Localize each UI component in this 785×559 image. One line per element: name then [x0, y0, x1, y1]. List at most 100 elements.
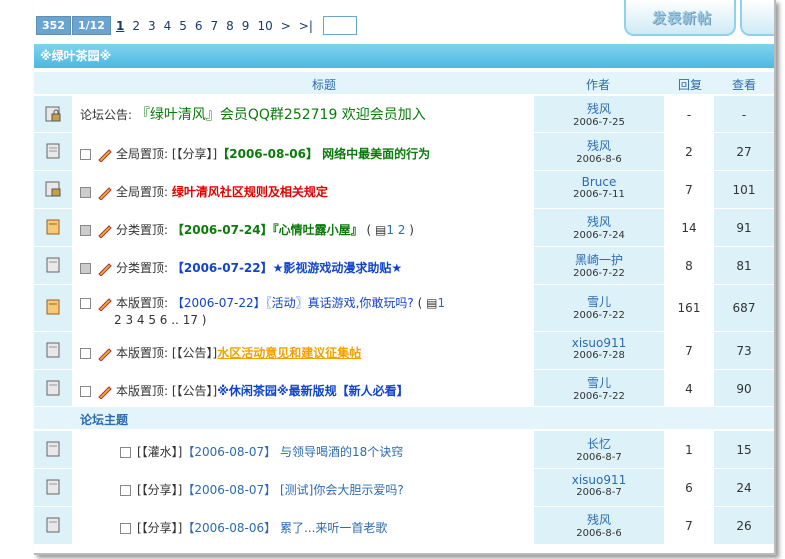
author-link[interactable]: 残风: [534, 511, 664, 528]
post-date: 2006-7-25: [573, 117, 625, 128]
topic-link[interactable]: ※休闲茶园※最新版规【新人必看】: [217, 384, 408, 398]
author-link[interactable]: 雪儿: [534, 293, 664, 310]
pin-type: 分类置顶:: [116, 261, 169, 275]
author-link[interactable]: 长忆: [534, 435, 664, 452]
author-link[interactable]: 残风: [534, 213, 664, 230]
new-post-button[interactable]: 发表新帖: [624, 0, 736, 36]
post-date: 2006-8-7: [576, 452, 622, 463]
page-link-9[interactable]: 9: [242, 19, 250, 33]
announcement-prefix: 论坛公告:: [80, 108, 133, 122]
announcement-link[interactable]: 『绿叶清风』会员QQ群252719 欢迎会员加入: [136, 107, 426, 123]
topic-row: [【灌水】]【2006-08-07】 与领导喝酒的18个诀窍 长忆 2006-8-…: [34, 431, 774, 469]
locked-scroll-icon: [45, 106, 61, 122]
select-checkbox[interactable]: [80, 187, 91, 198]
post-date: 2006-8-7: [576, 487, 622, 498]
post-date: 2006-8-6: [576, 528, 622, 539]
post-date: 2006-7-28: [573, 350, 625, 361]
reply-count: 2: [685, 145, 693, 159]
topic-tag: [【分享】]: [137, 521, 183, 535]
author-link[interactable]: 残风: [534, 137, 664, 154]
topic-row: [【分享】]【2006-08-07】 [测试]你会大胆示爱吗? xisuo911…: [34, 469, 774, 507]
announcement-row: 论坛公告: 『绿叶清风』会员QQ群252719 欢迎会员加入 残风 2006-7-…: [34, 96, 774, 133]
select-checkbox[interactable]: [120, 447, 131, 458]
pagination: 352 1/12 1 2 3 4 5 6 7 8 9 10 > >|: [36, 16, 357, 35]
scroll-icon: [46, 479, 60, 495]
last-page-link[interactable]: >|: [299, 19, 313, 33]
pinned-row: 本版置顶: 【2006-07-22】〖活动〗真话游戏,你敢玩吗? ( ▤1 2 …: [34, 285, 774, 332]
scroll-icon: [46, 517, 60, 533]
next-page-link[interactable]: >: [281, 19, 291, 33]
topic-page-links[interactable]: 1 2: [386, 223, 405, 237]
page-link-1[interactable]: 1: [116, 19, 124, 33]
view-count: 687: [732, 301, 756, 315]
page-indicator: 1/12: [71, 16, 111, 35]
post-date: 2006-7-11: [573, 189, 625, 200]
locked-scroll-icon: [45, 181, 61, 197]
select-checkbox[interactable]: [80, 225, 91, 236]
select-checkbox[interactable]: [120, 485, 131, 496]
topic-tag: [【分享】]: [171, 147, 218, 161]
pinned-row: 分类置顶: 【2006-07-24】『心情吐露小屋』 ( ▤1 2 ) 残风 20…: [34, 209, 774, 247]
new-poll-button[interactable]: [740, 0, 774, 36]
topic-link[interactable]: 【2006-08-06】 网络中最美面的行为: [217, 147, 430, 161]
page-jump-input[interactable]: [322, 16, 357, 35]
topic-link[interactable]: [测试]你会大胆示爱吗?: [280, 483, 404, 497]
author-link[interactable]: Bruce: [534, 175, 664, 189]
view-count: 24: [736, 481, 752, 495]
author-link[interactable]: 黑崎一护: [534, 251, 664, 268]
page-link-8[interactable]: 8: [226, 19, 234, 33]
topic-link[interactable]: 累了...来听一首老歌: [280, 521, 387, 535]
reply-count: -: [686, 108, 692, 122]
page-link-6[interactable]: 6: [195, 19, 203, 33]
topic-tag: [【灌水】]: [137, 445, 183, 459]
pinned-row: 本版置顶: [【公告】]※休闲茶园※最新版规【新人必看】 雪儿 2006-7-22…: [34, 370, 774, 407]
select-checkbox[interactable]: [80, 348, 91, 359]
pencil-icon: [98, 262, 112, 276]
post-date: 2006-7-22: [573, 268, 625, 279]
author-link[interactable]: 雪儿: [534, 374, 664, 391]
topic-page-links[interactable]: 1: [437, 296, 445, 310]
topic-link[interactable]: 【2006-07-22】〖活动〗真话游戏,你敢玩吗?: [172, 296, 414, 310]
hot-scroll-icon: [46, 219, 60, 235]
pinned-row: 全局置顶: [【分享】]【2006-08-06】 网络中最美面的行为 残风 200…: [34, 133, 774, 171]
topic-link[interactable]: 【2006-07-22】★影视游戏动漫求助贴★: [172, 261, 402, 275]
pinned-row: 全局置顶: 绿叶清风社区规则及相关规定 Bruce 2006-7-11 7 101: [34, 171, 774, 209]
topic-count: 352: [36, 16, 71, 35]
page-link-3[interactable]: 3: [148, 19, 156, 33]
select-checkbox[interactable]: [120, 523, 131, 534]
topic-date-tag: 【2006-08-06】: [182, 521, 277, 535]
pin-type: 全局置顶:: [116, 185, 169, 199]
author-link[interactable]: 残风: [534, 100, 664, 117]
page-link-4[interactable]: 4: [164, 19, 172, 33]
select-checkbox[interactable]: [80, 386, 91, 397]
col-author: 作者: [586, 78, 611, 92]
view-count: -: [741, 108, 747, 122]
topic-link[interactable]: 水区活动意见和建议征集帖: [217, 346, 361, 360]
author-link[interactable]: xisuo911: [534, 473, 664, 487]
select-checkbox[interactable]: [80, 298, 91, 309]
pin-type: 分类置顶:: [116, 223, 169, 237]
post-date: 2006-7-22: [573, 310, 625, 321]
topic-row: [【分享】]【2006-08-06】 累了...来听一首老歌 残风 2006-8-…: [34, 507, 774, 545]
author-link[interactable]: xisuo911: [534, 336, 664, 350]
topic-link[interactable]: 【2006-07-24】『心情吐露小屋』: [172, 223, 363, 237]
multipage-icon: ▤: [374, 223, 387, 237]
page-link-5[interactable]: 5: [179, 19, 187, 33]
topic-date-tag: 【2006-08-07】: [182, 445, 277, 459]
view-count: 81: [736, 259, 752, 273]
view-count: 27: [736, 145, 752, 159]
topic-page-links-cont[interactable]: 2 3 4 5 6 .. 17 ): [114, 313, 206, 327]
pin-type: 本版置顶:: [116, 296, 169, 310]
page-link-2[interactable]: 2: [132, 19, 140, 33]
page-link-10[interactable]: 10: [257, 19, 272, 33]
new-post-label: 发表新帖: [652, 11, 712, 27]
page-link-7[interactable]: 7: [211, 19, 219, 33]
scroll-icon: [46, 257, 60, 273]
topic-link[interactable]: 与领导喝酒的18个诀窍: [280, 445, 403, 459]
select-checkbox[interactable]: [80, 263, 91, 274]
scroll-icon: [46, 380, 60, 396]
view-count: 26: [736, 519, 752, 533]
select-checkbox[interactable]: [80, 149, 91, 160]
topic-link[interactable]: 绿叶清风社区规则及相关规定: [172, 185, 328, 199]
post-date: 2006-7-22: [573, 391, 625, 402]
